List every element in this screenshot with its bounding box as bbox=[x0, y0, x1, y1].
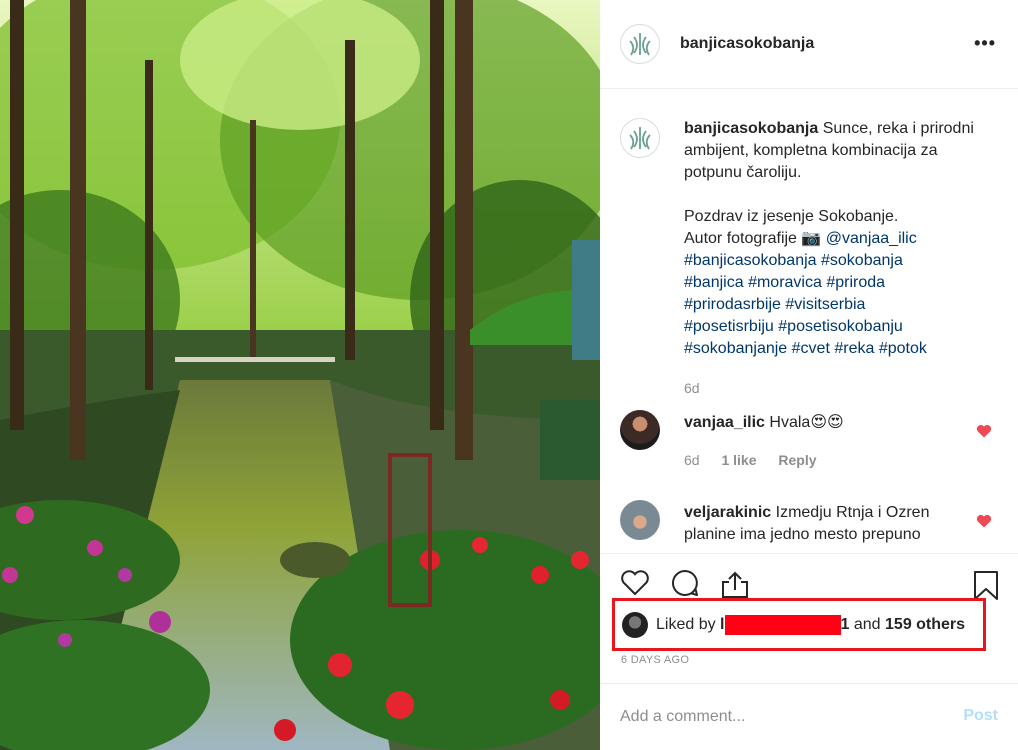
add-comment-bar: Post bbox=[600, 683, 1018, 750]
comment-item: vanjaa_ilic Hvala😍😍 6d 1 like Reply bbox=[620, 410, 980, 480]
hashtag-link[interactable]: #sokobanja bbox=[821, 252, 903, 269]
account-avatar[interactable] bbox=[620, 24, 660, 64]
mention-link[interactable]: @vanjaa_ilic bbox=[826, 230, 917, 247]
hashtag-link[interactable]: #prirodasrbije bbox=[684, 296, 781, 313]
reply-button[interactable]: Reply bbox=[778, 452, 816, 468]
liker-name-end[interactable]: 1 bbox=[841, 616, 850, 634]
comment-text: Hvala😍😍 bbox=[769, 414, 844, 431]
hashtag-link[interactable]: #posetisokobanju bbox=[778, 318, 903, 335]
comment-age[interactable]: 6d bbox=[684, 452, 700, 468]
and-label: and bbox=[853, 616, 881, 633]
logo-icon bbox=[629, 33, 651, 56]
hashtag-link[interactable]: #visitserbia bbox=[785, 296, 865, 313]
caption-greeting: Pozdrav iz jesenje Sokobanje. bbox=[684, 208, 899, 225]
hashtag-link[interactable]: #banjica bbox=[684, 274, 744, 291]
comment-body: veljarakinic Izmedju Rtnja i Ozren plani… bbox=[684, 502, 974, 546]
hashtag-list: #banjicasokobanja #sokobanja #banjica #m… bbox=[684, 250, 974, 360]
like-heart-icon[interactable] bbox=[620, 568, 650, 596]
more-options-icon[interactable]: ••• bbox=[974, 34, 996, 52]
post-date[interactable]: 6 DAYS AGO bbox=[621, 654, 689, 666]
commenter-avatar[interactable] bbox=[620, 500, 660, 540]
post-photo[interactable] bbox=[0, 0, 600, 750]
others-count-link[interactable]: 159 others bbox=[885, 616, 965, 634]
hashtag-link[interactable]: #priroda bbox=[826, 274, 885, 291]
comment-likes-count[interactable]: 1 like bbox=[721, 452, 756, 468]
forest-river-image bbox=[0, 0, 600, 750]
caption-age[interactable]: 6d bbox=[684, 380, 700, 396]
comment-like-heart-icon[interactable] bbox=[976, 514, 992, 528]
hashtag-link[interactable]: #cvet bbox=[792, 340, 830, 357]
add-comment-input[interactable] bbox=[620, 704, 940, 730]
comment-bubble-icon[interactable] bbox=[670, 568, 700, 598]
hashtag-link[interactable]: #reka bbox=[834, 340, 874, 357]
comments-list[interactable]: banjicasokobanja Sunce, reka i prirodni … bbox=[600, 90, 1018, 553]
share-icon[interactable] bbox=[720, 570, 750, 600]
comment-body: vanjaa_ilic Hvala😍😍 bbox=[684, 412, 974, 434]
header-username[interactable]: banjicasokobanja bbox=[680, 35, 814, 53]
comment-meta: 6d 1 like Reply bbox=[684, 452, 835, 468]
caption-photo-credit: Autor fotografije 📷 bbox=[684, 230, 822, 247]
logo-icon bbox=[629, 127, 651, 150]
action-bar bbox=[600, 553, 1018, 603]
post-header: banjicasokobanja ••• bbox=[600, 0, 1018, 89]
hashtag-link[interactable]: #banjicasokobanja bbox=[684, 252, 817, 269]
liked-by-label: Liked by bbox=[656, 616, 716, 633]
caption-avatar[interactable] bbox=[620, 118, 660, 158]
liker-avatar[interactable] bbox=[622, 612, 648, 638]
redaction-bar bbox=[724, 615, 841, 635]
hashtag-link[interactable]: #potok bbox=[879, 340, 927, 357]
commenter-avatar[interactable] bbox=[620, 410, 660, 450]
caption-username[interactable]: banjicasokobanja bbox=[684, 120, 818, 137]
hashtag-link[interactable]: #moravica bbox=[748, 274, 822, 291]
hashtag-link[interactable]: #sokobanjanje bbox=[684, 340, 787, 357]
comment-username[interactable]: vanjaa_ilic bbox=[684, 414, 765, 431]
likes-summary[interactable]: Liked by l1 and 159 others bbox=[622, 612, 965, 638]
caption-meta: 6d bbox=[684, 380, 718, 396]
comment-item: veljarakinic Izmedju Rtnja i Ozren plani… bbox=[620, 500, 980, 553]
comment-username[interactable]: veljarakinic bbox=[684, 504, 771, 521]
comment-like-heart-icon[interactable] bbox=[976, 424, 992, 438]
caption-body: banjicasokobanja Sunce, reka i prirodni … bbox=[684, 118, 974, 360]
post-comment-button[interactable]: Post bbox=[963, 707, 998, 725]
caption: banjicasokobanja Sunce, reka i prirodni … bbox=[620, 118, 980, 418]
hashtag-link[interactable]: #posetisrbiju bbox=[684, 318, 774, 335]
